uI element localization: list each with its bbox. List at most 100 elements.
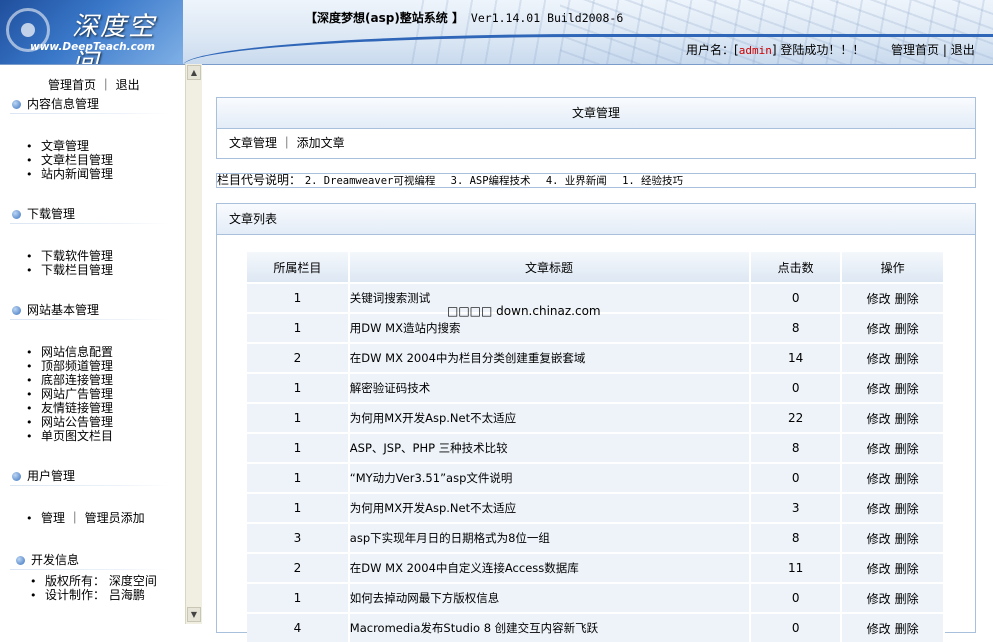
edit-link[interactable]: 修改 [867, 412, 891, 426]
row-hits: 0 [750, 582, 843, 613]
section-bullet-icon [12, 472, 21, 481]
row-title-link[interactable]: 在DW MX 2004中为栏目分类创建重复嵌套域 [348, 342, 752, 373]
system-title: 【深度梦想(asp)整站系统 】 Ver1.14.01 Build2008-6 [305, 9, 623, 26]
delete-link[interactable]: 删除 [895, 502, 919, 516]
delete-link[interactable]: 删除 [895, 322, 919, 336]
watermark-text: □□□□ down.chinaz.com [447, 304, 601, 318]
article-list-panel: 文章列表 所属栏目 文章标题 点击数 操作 1 关键词搜索测试 0 修改 删除 1 用DW … [216, 203, 976, 642]
row-title-link[interactable]: Macromedia发布Studio 8 创建交互内容新飞跃 [348, 612, 752, 642]
sidebar-item-admin-manage[interactable]: 管理 ｜ 管理员添加 [26, 511, 145, 525]
row-actions: 修改 删除 [841, 522, 945, 553]
sidebar-item-download-category[interactable]: 下载栏目管理 [26, 263, 113, 277]
username: admin [738, 44, 772, 57]
header-logout-link[interactable]: 退出 [951, 43, 975, 57]
delete-link[interactable]: 删除 [895, 532, 919, 546]
sidebar-item-site-ads[interactable]: 网站广告管理 [26, 387, 113, 401]
delete-link[interactable]: 删除 [895, 562, 919, 576]
login-success: 登陆成功！！！ [780, 43, 865, 57]
delete-link[interactable]: 删除 [895, 292, 919, 306]
row-hits: 8 [750, 522, 843, 553]
dev-info-list: 版权所有： 深度空间 设计制作： 吕海鹏 [30, 574, 157, 602]
table-row: 1 解密验证码技术 0 修改 删除 [247, 372, 945, 403]
row-category: 1 [247, 582, 350, 613]
row-hits: 3 [750, 492, 843, 523]
sidebar-item-single-page[interactable]: 单页图文栏目 [26, 429, 113, 443]
edit-link[interactable]: 修改 [867, 472, 891, 486]
row-category: 1 [247, 402, 350, 433]
section-title: 下载管理 [27, 207, 76, 221]
section-bullet-icon [12, 100, 21, 109]
edit-link[interactable]: 修改 [867, 442, 891, 456]
table-row: 1 如何去掉动网最下方版权信息 0 修改 删除 [247, 582, 945, 613]
delete-link[interactable]: 删除 [895, 352, 919, 366]
table-row: 2 在DW MX 2004中自定义连接Access数据库 11 修改 删除 [247, 552, 945, 583]
sidebar-item-top-channel[interactable]: 顶部频道管理 [26, 359, 113, 373]
edit-link[interactable]: 修改 [867, 382, 891, 396]
sidebar-item-friend-links[interactable]: 友情链接管理 [26, 401, 113, 415]
row-title-link[interactable]: 在DW MX 2004中自定义连接Access数据库 [348, 552, 752, 583]
column-header-category: 所属栏目 [247, 252, 350, 283]
section-user-management[interactable]: 用户管理 [12, 467, 75, 484]
edit-link[interactable]: 修改 [867, 592, 891, 606]
edit-link[interactable]: 修改 [867, 292, 891, 306]
row-title-link[interactable]: 为何用MX开发Asp.Net不太适应 [348, 402, 752, 433]
sidebar-scrollbar[interactable]: ▲ ▼ [185, 64, 202, 624]
column-header-hits: 点击数 [750, 252, 843, 283]
delete-link[interactable]: 删除 [895, 412, 919, 426]
section-download-management[interactable]: 下载管理 [12, 205, 75, 222]
category-code-3: 3. ASP编程技术 [450, 175, 531, 187]
edit-link[interactable]: 修改 [867, 562, 891, 576]
table-row: 2 在DW MX 2004中为栏目分类创建重复嵌套域 14 修改 删除 [247, 342, 945, 373]
section-divider [10, 569, 170, 570]
user-label: 用户名： [686, 43, 735, 57]
delete-link[interactable]: 删除 [895, 592, 919, 606]
sidebar-item-article-category[interactable]: 文章栏目管理 [26, 153, 113, 167]
row-category: 4 [247, 612, 350, 642]
sidebar-top-links: 管理首页 ｜ 退出 [48, 78, 140, 92]
section-bullet-icon [12, 210, 21, 219]
row-actions: 修改 删除 [841, 342, 945, 373]
row-hits: 22 [750, 402, 843, 433]
sidebar-item-bottom-links[interactable]: 底部连接管理 [26, 373, 113, 387]
row-title-link[interactable]: 如何去掉动网最下方版权信息 [348, 582, 752, 613]
sidebar-logout-link[interactable]: 退出 [116, 78, 140, 92]
delete-link[interactable]: 删除 [895, 382, 919, 396]
sidebar-item-download-software[interactable]: 下载软件管理 [26, 249, 113, 263]
row-title-link[interactable]: 解密验证码技术 [348, 372, 752, 403]
row-title-link[interactable]: ASP、JSP、PHP 三种技术比较 [348, 432, 752, 463]
sidebar-item-site-notice[interactable]: 网站公告管理 [26, 415, 113, 429]
row-title-link[interactable]: “MY动力Ver3.51”asp文件说明 [348, 462, 752, 493]
article-manage-link[interactable]: 文章管理 [229, 136, 277, 150]
row-actions: 修改 删除 [841, 282, 945, 313]
table-header-row: 所属栏目 文章标题 点击数 操作 [247, 252, 945, 283]
scroll-down-arrow-icon[interactable]: ▼ [187, 607, 201, 622]
delete-link[interactable]: 删除 [895, 472, 919, 486]
column-header-title: 文章标题 [348, 252, 752, 283]
scroll-up-arrow-icon[interactable]: ▲ [187, 65, 201, 80]
row-category: 3 [247, 522, 350, 553]
section-site-basic-management[interactable]: 网站基本管理 [12, 301, 99, 318]
edit-link[interactable]: 修改 [867, 502, 891, 516]
header-home-link[interactable]: 管理首页 [891, 43, 939, 57]
row-category: 1 [247, 432, 350, 463]
category-code-4: 4. 业界新闻 [545, 175, 607, 187]
edit-link[interactable]: 修改 [867, 532, 891, 546]
category-code-2: 2. Dreamweaver可视编程 [304, 175, 436, 187]
delete-link[interactable]: 删除 [895, 442, 919, 456]
section-content-management[interactable]: 内容信息管理 [12, 95, 99, 112]
article-list-title: 文章列表 [217, 204, 975, 235]
row-hits: 0 [750, 372, 843, 403]
row-title-link[interactable]: 为何用MX开发Asp.Net不太适应 [348, 492, 752, 523]
table-row: 1 ASP、JSP、PHP 三种技术比较 8 修改 删除 [247, 432, 945, 463]
add-article-link[interactable]: 添加文章 [297, 136, 345, 150]
edit-link[interactable]: 修改 [867, 352, 891, 366]
section-dev-info[interactable]: 开发信息 [16, 551, 79, 568]
sidebar-item-site-news[interactable]: 站内新闻管理 [26, 167, 113, 181]
edit-link[interactable]: 修改 [867, 322, 891, 336]
sidebar-home-link[interactable]: 管理首页 [48, 78, 96, 92]
sidebar-item-article-manage[interactable]: 文章管理 [26, 139, 113, 153]
row-hits: 11 [750, 552, 843, 583]
row-title-link[interactable]: asp下实现年月日的日期格式为8位一组 [348, 522, 752, 553]
sidebar-item-site-config[interactable]: 网站信息配置 [26, 345, 113, 359]
logo-url: www.DeepTeach.com [30, 41, 155, 53]
